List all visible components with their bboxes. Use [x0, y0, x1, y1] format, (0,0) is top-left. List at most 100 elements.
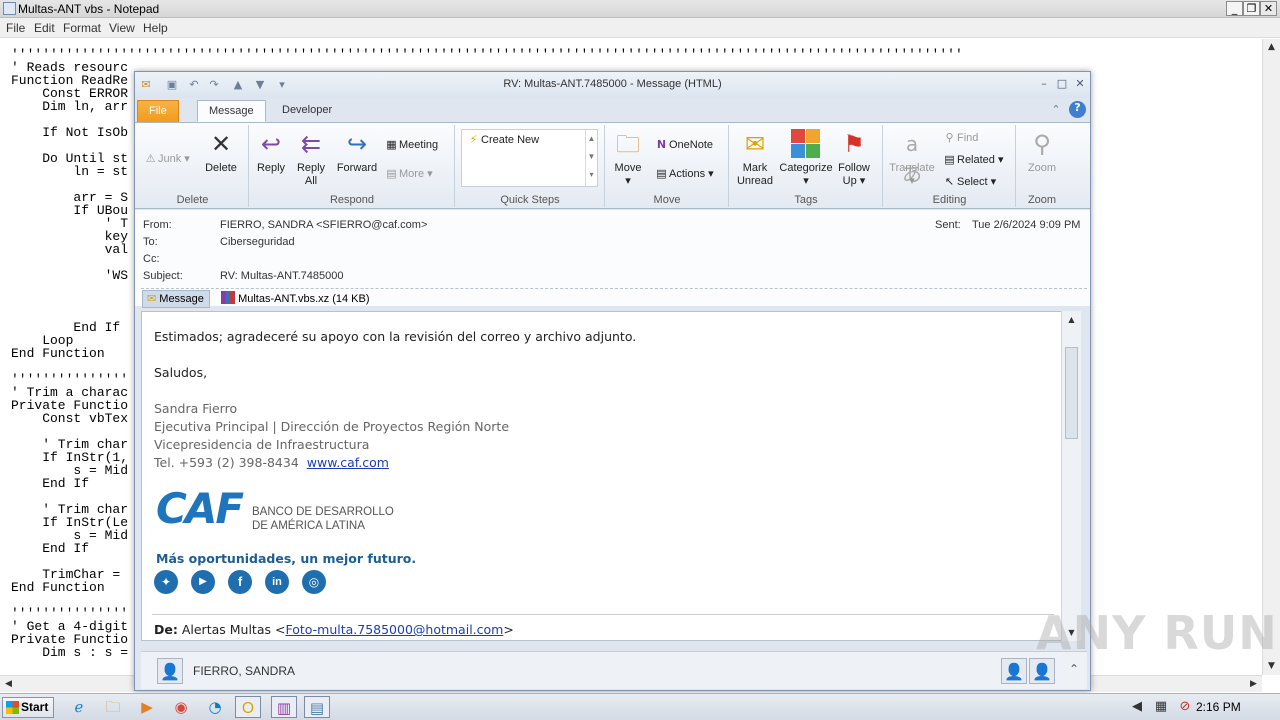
- follow-up-button[interactable]: ⚑ Follow Up ▾: [834, 129, 874, 188]
- instagram-icon[interactable]: ◎: [302, 570, 326, 594]
- tab-developer[interactable]: Developer: [271, 100, 343, 122]
- chrome-icon[interactable]: ◉: [168, 696, 194, 718]
- create-new-button[interactable]: ⚡ Create New: [466, 133, 539, 146]
- facebook-icon[interactable]: f: [228, 570, 252, 594]
- notepad-taskbar-icon[interactable]: ▤: [304, 696, 330, 718]
- close-button[interactable]: ✕: [1260, 1, 1277, 16]
- gallery-scroll[interactable]: ▲ ▼ ▾: [585, 130, 597, 186]
- scroll-up-icon[interactable]: ▲: [1063, 311, 1080, 328]
- scroll-left-icon[interactable]: ◀: [0, 676, 17, 693]
- code-line: End Function: [11, 346, 105, 361]
- categorize-button[interactable]: Categorize ▾: [778, 129, 834, 188]
- media-player-icon[interactable]: ▶: [134, 696, 160, 718]
- archive-icon: [221, 291, 235, 304]
- more-button[interactable]: ▤ More ▾: [384, 167, 432, 180]
- tab-message[interactable]: Message: [197, 100, 266, 122]
- notepad-vertical-scrollbar[interactable]: ▲ ▼: [1262, 39, 1280, 675]
- maximize-button[interactable]: □: [1055, 77, 1069, 91]
- linkedin-icon[interactable]: in: [265, 570, 289, 594]
- signature-department: Vicepresidencia de Infraestructura: [154, 437, 370, 452]
- onenote-button[interactable]: N OneNote: [654, 138, 713, 151]
- select-button[interactable]: ↖ Select ▾: [942, 175, 996, 188]
- related-icon: ▤: [944, 153, 955, 166]
- scroll-up-icon[interactable]: ▲: [1263, 39, 1280, 56]
- quick-steps-gallery[interactable]: ⚡ Create New ▲ ▼ ▾: [461, 129, 598, 187]
- outlook-titlebar[interactable]: ✉ ▣ ↶ ↷ ▲ ▼ ▾ RV: Multas-ANT.7485000 - M…: [135, 72, 1090, 98]
- menu-format[interactable]: Format: [63, 21, 101, 35]
- body-greeting: Saludos,: [154, 365, 208, 380]
- junk-button[interactable]: ⚠ Junk ▾: [143, 152, 190, 165]
- forward-button[interactable]: ↪ Forward: [334, 129, 380, 175]
- speaker-icon[interactable]: ◀: [1128, 698, 1146, 716]
- signature-phone-line: Tel. +593 (2) 398-8434 www.caf.com: [154, 455, 389, 470]
- actions-button[interactable]: ▤ Actions ▾: [654, 167, 713, 180]
- follow-up-label-2: Up: [842, 175, 857, 187]
- attachment-file[interactable]: Multas-ANT.vbs.xz (14 KB): [221, 291, 369, 307]
- menu-view[interactable]: View: [109, 21, 135, 35]
- delete-button[interactable]: ✕ Delete: [201, 129, 241, 175]
- reply-button[interactable]: ↩ Reply: [254, 129, 288, 175]
- menu-help[interactable]: Help: [143, 21, 168, 35]
- follow-up-label-1: Follow: [838, 162, 870, 174]
- code-line: Dim ln, arr: [11, 99, 129, 114]
- translate-button[interactable]: aあ Translate ▾: [886, 129, 938, 188]
- envelope-icon: ✉: [147, 292, 157, 305]
- cursor-icon: ↖: [944, 175, 955, 188]
- move-group: 🗀 Move ▾ N OneNote ▤ Actions ▾ Move: [606, 125, 729, 207]
- de-email-link[interactable]: Foto-multa.7585000@hotmail.com: [285, 622, 503, 637]
- logo-line-2: DE AMÉRICA LATINA: [252, 520, 365, 532]
- outlook-taskbar-icon[interactable]: Ｏ: [235, 696, 261, 718]
- minimize-button[interactable]: _: [1226, 1, 1243, 16]
- close-button[interactable]: ✕: [1073, 77, 1087, 91]
- to-value[interactable]: Ciberseguridad: [220, 236, 295, 248]
- expand-people-pane-icon[interactable]: ⌃: [1069, 662, 1079, 676]
- menu-file[interactable]: File: [6, 21, 25, 35]
- divider: [152, 614, 1054, 615]
- person-icon[interactable]: 👤: [1029, 658, 1055, 684]
- code-line: 'WS: [11, 268, 129, 283]
- edge-icon[interactable]: ◔: [202, 696, 228, 718]
- code-line: If Not IsOb: [11, 125, 129, 140]
- scroll-right-icon[interactable]: ▶: [1245, 676, 1262, 693]
- outlook-title: RV: Multas-ANT.7485000 - Message (HTML): [503, 78, 722, 90]
- clock[interactable]: 2:16 PM: [1196, 700, 1241, 714]
- mark-unread-button[interactable]: ✉ Mark Unread: [732, 129, 778, 188]
- tags-group-label: Tags: [794, 194, 818, 206]
- reply-all-button[interactable]: ⇇ Reply All: [292, 129, 330, 188]
- start-button[interactable]: Start: [2, 697, 54, 718]
- restore-button[interactable]: ❐: [1243, 1, 1260, 16]
- flag-icon: ⚑: [843, 130, 865, 158]
- zoom-button[interactable]: ⚲ Zoom: [1021, 129, 1063, 175]
- body-scrollbar[interactable]: ▲ ▼: [1061, 311, 1081, 641]
- tab-file[interactable]: File: [137, 100, 179, 122]
- alert-icon[interactable]: ⊘: [1176, 698, 1194, 716]
- message-body[interactable]: Estimados; agradeceré su apoyo con la re…: [141, 311, 1081, 641]
- youtube-icon[interactable]: ▶: [191, 570, 215, 594]
- avatar[interactable]: 👤: [157, 658, 183, 684]
- notepad-titlebar[interactable]: Multas-ANT vbs - Notepad _ ❐ ✕: [0, 0, 1280, 18]
- meeting-button[interactable]: ▦ Meeting: [384, 138, 438, 151]
- related-button[interactable]: ▤ Related ▾: [942, 153, 1003, 166]
- person-icon[interactable]: 👤: [1001, 658, 1027, 684]
- collapse-ribbon-icon[interactable]: ⌃: [1049, 103, 1063, 117]
- internet-explorer-icon[interactable]: ℯ: [66, 696, 92, 718]
- forward-label: Forward: [336, 162, 378, 174]
- find-button[interactable]: ⚲ Find: [942, 131, 978, 144]
- minimize-button[interactable]: –: [1037, 77, 1051, 91]
- from-value[interactable]: FIERRO, SANDRA <SFIERRO@caf.com>: [220, 219, 427, 231]
- twitter-icon[interactable]: ✦: [154, 570, 178, 594]
- folder-icon[interactable]: 🗀: [100, 696, 126, 718]
- network-icon[interactable]: ▦: [1152, 698, 1170, 716]
- message-view-button[interactable]: ✉ Message: [142, 290, 210, 308]
- move-button[interactable]: 🗀 Move ▾: [610, 129, 646, 188]
- help-icon[interactable]: ?: [1069, 101, 1086, 118]
- scroll-thumb[interactable]: [1065, 347, 1078, 439]
- people-pane-name[interactable]: FIERRO, SANDRA: [193, 664, 295, 678]
- menu-edit[interactable]: Edit: [34, 21, 55, 35]
- de-close: >: [503, 622, 514, 637]
- signature-website-link[interactable]: www.caf.com: [307, 455, 389, 470]
- winrar-taskbar-icon[interactable]: ▥: [271, 696, 297, 718]
- scroll-down-icon[interactable]: ▼: [1263, 658, 1280, 675]
- actions-label: Actions: [669, 168, 706, 180]
- notepad-title: Multas-ANT vbs - Notepad: [18, 2, 160, 16]
